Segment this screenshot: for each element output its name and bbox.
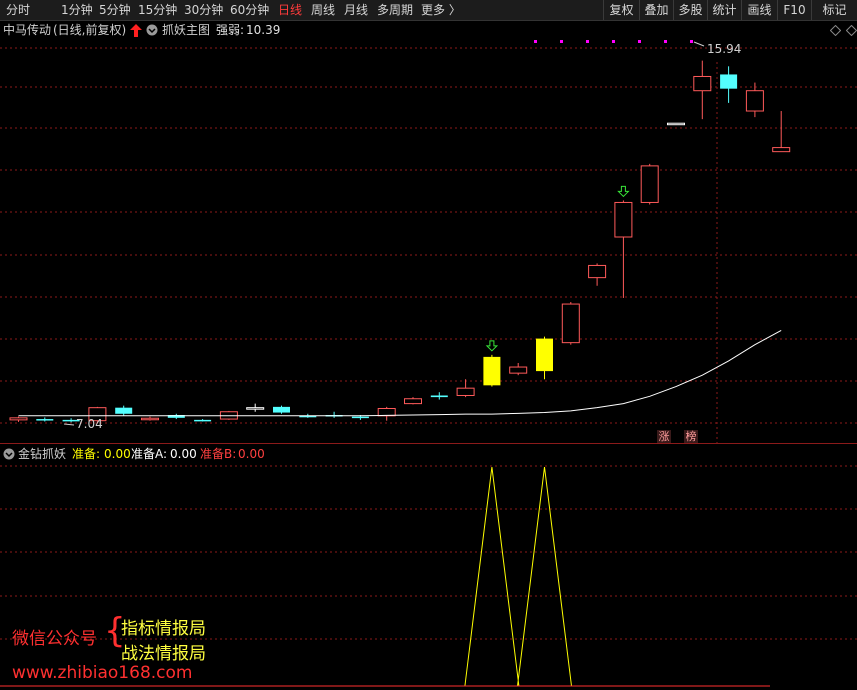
candle-body (693, 75, 712, 92)
candle-body (614, 201, 633, 238)
watermark-line2: 战法情报局 (121, 644, 206, 664)
candle-body (194, 419, 212, 422)
ranking-badge[interactable]: 榜 (684, 430, 698, 443)
candle-body (483, 356, 501, 386)
ma-line (18, 330, 782, 417)
sub-chart-header: 金钻抓妖 准备: 0.00 准备A: 0.00 准备B: 0.00 (0, 443, 857, 464)
high-price-label: 15.94 (707, 42, 742, 56)
low-pointer-line (63, 423, 75, 426)
watermark-wechat: 微信公众号 (12, 629, 97, 649)
chevron-down-icon[interactable] (3, 448, 15, 460)
watermark-line1: 指标情报局 (121, 619, 206, 639)
candle-body (588, 264, 607, 279)
candle-body (509, 366, 528, 374)
candle-body (377, 407, 396, 417)
low-price-label: 7.04 (76, 417, 103, 431)
candle-body (561, 303, 580, 344)
candle-body (404, 398, 422, 405)
candle-body (9, 417, 28, 421)
signal-arrow-icon (485, 340, 499, 352)
limit-up-badge[interactable]: 涨 (657, 430, 671, 443)
candle-body (772, 147, 791, 153)
marker-dot (690, 40, 693, 43)
candle-body (720, 74, 738, 89)
marker-dot (638, 40, 641, 43)
sub-indicator-name[interactable]: 金钻抓妖 (18, 446, 66, 462)
candle-body (536, 338, 553, 372)
candle-body (667, 122, 685, 126)
marker-dot (664, 40, 667, 43)
candle-body (141, 417, 159, 421)
candle-body (115, 407, 133, 414)
candle-body (456, 387, 475, 396)
candle-body (36, 419, 54, 421)
prep-b-label: 准备B: (200, 447, 237, 461)
candle-body (745, 90, 764, 112)
candle-body (430, 395, 448, 398)
signal-arrow-icon (617, 185, 630, 198)
candle-body (640, 165, 659, 203)
prep-label: 准备: (72, 447, 101, 461)
marker-dot (586, 40, 589, 43)
marker-dot (612, 40, 615, 43)
watermark-url: www.zhibiao168.com (12, 663, 193, 683)
marker-dot (560, 40, 563, 43)
candlestick-chart[interactable] (0, 0, 857, 690)
high-pointer-line (693, 41, 705, 47)
candle-body (351, 416, 369, 419)
prep-a-label: 准备A: (131, 447, 168, 461)
marker-dot (534, 40, 537, 43)
prep-value: 0.00 (104, 447, 131, 461)
sub-signal-line (464, 466, 572, 687)
candle-body (246, 407, 265, 410)
prep-b-value: 0.00 (238, 447, 265, 461)
prep-a-value: 0.00 (170, 447, 197, 461)
candle-body (273, 406, 290, 413)
